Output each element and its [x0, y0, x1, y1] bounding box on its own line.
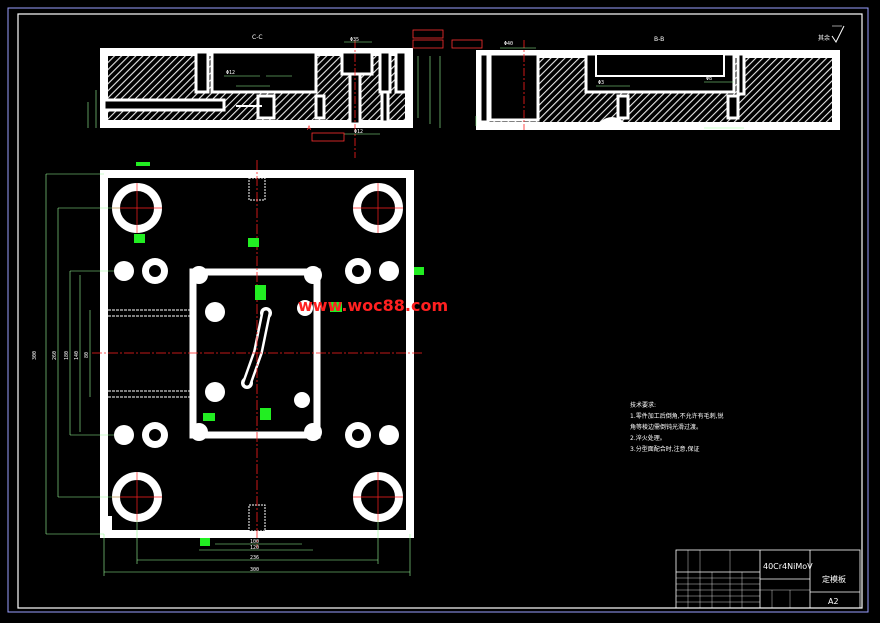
dim-phi12-label: Φ12 [226, 70, 235, 76]
dim-phi40-label: Φ40 [504, 41, 513, 47]
material-label: 40Cr4NiMoV [763, 562, 813, 571]
roughness-note: 其余 [818, 34, 830, 42]
dim-height-180: 180 [64, 351, 70, 360]
dim-phi8-label: Φ8 [706, 76, 712, 82]
dim-height-260: 260 [52, 351, 58, 360]
tech-req-line-3: 2.淬火处理。 [630, 434, 666, 442]
dim-height-total: 300 [32, 351, 38, 360]
roughness-symbol-icon [831, 25, 845, 43]
dim-width-100: 100 [250, 539, 259, 545]
dim-height-140: 140 [74, 351, 80, 360]
dim-width-120: 120 [250, 545, 259, 551]
section-view-b [476, 40, 840, 130]
tech-req-title: 技术要求: [630, 401, 656, 409]
dim-phi35-label: Φ35 [350, 37, 359, 43]
dim-phi3-label: Φ3 [598, 80, 604, 86]
drawing-canvas: C-C Φ35 Φ12 Φ12 A B-B Φ40 Φ3 Φ8 其余 300 2… [7, 7, 869, 613]
sheet-size-label: A2 [828, 597, 839, 606]
section-label-c: C-C [252, 34, 263, 41]
section-label-b: B-B [654, 36, 664, 43]
dim-height-80: 80 [84, 352, 90, 358]
tech-req-line-4: 3.分型面配合时,注意,保证 [630, 445, 700, 453]
dim-width-236: 236 [250, 555, 259, 561]
section-view-c [100, 40, 413, 158]
part-name-label: 定模板 [822, 574, 846, 584]
plan-view [92, 160, 424, 548]
technical-requirements: 技术要求: 1.零件加工后倒角,不允许有毛刺,锐 角等棱边需倒钝光滑过渡。 2.… [630, 401, 724, 453]
tech-req-line-1: 1.零件加工后倒角,不允许有毛刺,锐 [630, 412, 724, 420]
dim-width-total: 300 [250, 567, 259, 573]
tech-req-line-2: 角等棱边需倒钝光滑过渡。 [630, 423, 702, 431]
watermark-text: www.woc88.com [298, 296, 448, 315]
dim-phi12-label-2: Φ12 [354, 129, 363, 135]
